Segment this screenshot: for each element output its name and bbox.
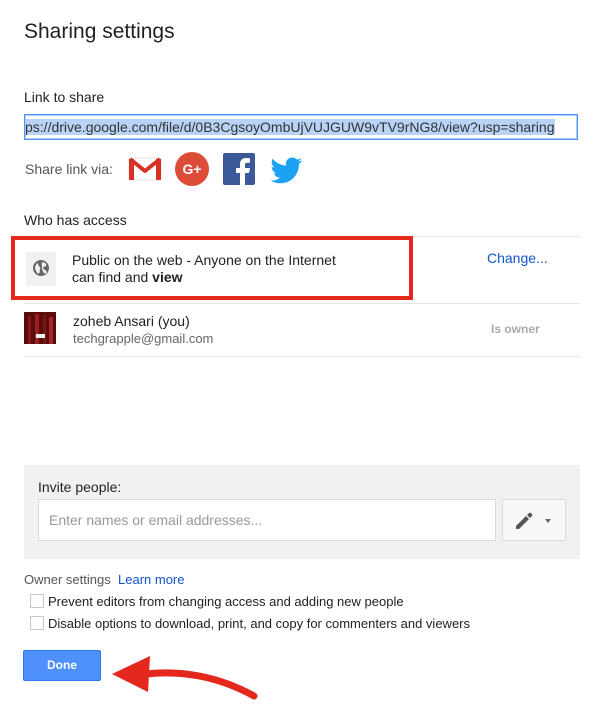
invite-people-input[interactable]: [38, 499, 496, 541]
disable-download-label: Disable options to download, print, and …: [48, 616, 470, 631]
share-via-label: Share link via:: [25, 161, 113, 177]
owner-email: techgrapple@gmail.com: [73, 331, 214, 346]
share-link-url: ps://drive.google.com/file/d/0B3CgsoyOmb…: [25, 119, 555, 135]
who-has-access-heading: Who has access: [24, 212, 127, 228]
learn-more-link[interactable]: Learn more: [118, 572, 184, 587]
avatar: [24, 312, 56, 344]
twitter-icon[interactable]: [267, 150, 305, 188]
owner-name: zoheb Ansari (you): [73, 313, 190, 329]
share-link-field[interactable]: ps://drive.google.com/file/d/0B3CgsoyOmb…: [24, 114, 578, 140]
facebook-icon[interactable]: [220, 150, 258, 188]
disable-download-checkbox[interactable]: [30, 616, 44, 630]
owner-role-label: Is owner: [491, 322, 540, 336]
divider: [24, 303, 580, 304]
highlight-annotation-box: [11, 236, 413, 300]
pencil-icon: [516, 512, 533, 529]
dialog-title: Sharing settings: [24, 20, 175, 43]
prevent-editors-checkbox[interactable]: [30, 594, 44, 608]
google-plus-icon[interactable]: G+: [173, 150, 211, 188]
gmail-icon[interactable]: [126, 150, 164, 188]
done-button[interactable]: Done: [23, 650, 101, 681]
permission-dropdown-button[interactable]: [502, 499, 566, 541]
chevron-down-icon: [545, 519, 551, 523]
prevent-editors-label: Prevent editors from changing access and…: [48, 594, 404, 609]
change-access-link[interactable]: Change...: [487, 250, 548, 266]
owner-settings-label: Owner settings: [24, 572, 111, 587]
link-to-share-label: Link to share: [24, 89, 105, 105]
svg-text:G+: G+: [182, 161, 201, 177]
invite-people-label: Invite people:: [38, 479, 122, 495]
divider: [24, 356, 580, 357]
pointer-arrow-annotation: [108, 640, 268, 710]
